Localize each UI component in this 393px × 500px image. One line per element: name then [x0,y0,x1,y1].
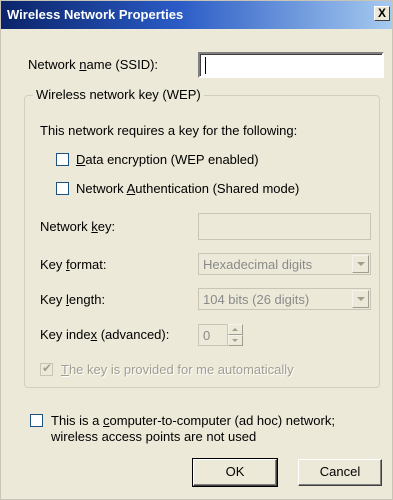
arrow-down-icon [232,339,238,342]
ssid-input[interactable] [198,52,384,78]
chevron-down-icon [357,262,365,266]
network-key-label: Network key: [40,219,116,234]
ok-button-label: OK [225,464,245,479]
key-length-select[interactable]: 104 bits (26 digits) [198,288,371,310]
checkmark-icon: ✔ [42,361,53,375]
ssid-label: Network name (SSID): [28,57,159,72]
data-encryption-checkbox[interactable] [56,153,69,166]
key-length-value: 104 bits (26 digits) [203,292,310,307]
cancel-button[interactable]: Cancel [298,459,382,486]
adhoc-label-line1[interactable]: This is a computer-to-computer (ad hoc) … [51,413,335,428]
chevron-down-icon [357,297,365,301]
network-auth-label[interactable]: Network Authentication (Shared mode) [76,181,299,196]
adhoc-label-line2[interactable]: wireless access points are not used [51,429,256,444]
network-key-input[interactable] [198,213,371,240]
key-index-label: Key index (advanced): [40,327,170,342]
wep-group-title: Wireless network key (WEP) [33,87,204,102]
text-caret [205,57,206,74]
key-format-value: Hexadecimal digits [203,257,313,272]
key-format-select[interactable]: Hexadecimal digits [198,253,371,275]
window-title: Wireless Network Properties [7,7,184,22]
key-index-input[interactable]: 0 [198,324,228,346]
dropdown-arrow-button[interactable] [352,255,369,273]
key-index-value: 0 [203,328,211,343]
spin-down-button[interactable] [228,335,243,346]
title-bar[interactable]: Wireless Network Properties X [1,1,392,29]
data-encryption-label[interactable]: Data encryption (WEP enabled) [76,152,259,167]
network-auth-checkbox[interactable] [56,182,69,195]
close-button[interactable]: X [374,6,390,21]
spin-up-button[interactable] [228,324,243,335]
ok-button[interactable]: OK [192,458,278,487]
key-format-label: Key format: [40,257,107,272]
key-requirement-text: This network requires a key for the foll… [40,123,298,138]
auto-key-checkbox[interactable]: ✔ [40,361,53,376]
adhoc-checkbox[interactable] [30,414,43,427]
auto-key-label[interactable]: The key is provided for me automatically [61,362,294,377]
dialog-window: Wireless Network Properties X Network na… [0,0,393,500]
arrow-up-icon [232,328,238,331]
cancel-button-label: Cancel [319,464,361,479]
key-index-spinner[interactable]: 0 [198,324,244,346]
dropdown-arrow-button[interactable] [352,290,369,308]
close-icon: X [377,6,386,20]
key-length-label: Key length: [40,292,106,307]
